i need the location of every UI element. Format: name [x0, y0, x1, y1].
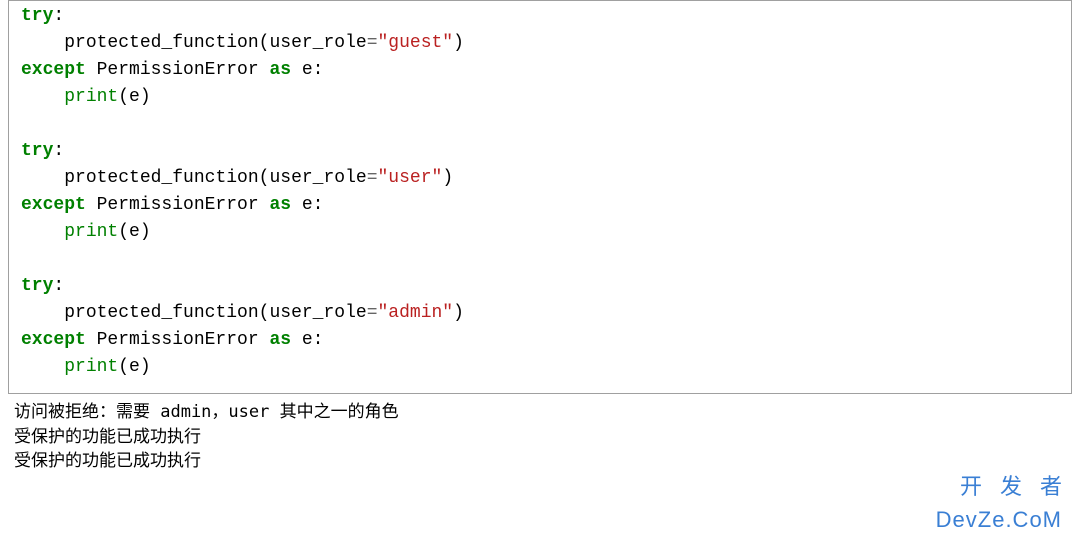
function-call: protected_function [64, 33, 258, 53]
keyword-as: as [269, 60, 291, 80]
function-call: protected_function [64, 303, 258, 323]
keyword-except: except [21, 195, 86, 215]
output-line: 受保护的功能已成功执行 [14, 449, 1066, 474]
code-line: print(e) [21, 87, 151, 107]
keyword-except: except [21, 60, 86, 80]
code-line: try: [21, 141, 64, 161]
output-line: 受保护的功能已成功执行 [14, 425, 1066, 450]
string-literal: "admin" [378, 303, 454, 323]
keyword-except: except [21, 330, 86, 350]
code-line: protected_function(user_role="admin") [21, 303, 464, 323]
function-call: protected_function [64, 168, 258, 188]
output-line: 访问被拒绝：需要 admin，user 其中之一的角色 [14, 400, 1066, 425]
keyword-try: try [21, 276, 53, 296]
watermark: 开发者 DevZe.CoM [936, 470, 1062, 536]
watermark-bottom: DevZe.CoM [936, 503, 1062, 536]
variable: e [291, 195, 313, 215]
code-line: except PermissionError as e: [21, 60, 323, 80]
code-line: protected_function(user_role="user") [21, 168, 453, 188]
exception-name: PermissionError [86, 60, 270, 80]
code-line: try: [21, 276, 64, 296]
exception-name: PermissionError [86, 330, 270, 350]
string-literal: "user" [378, 168, 443, 188]
code-block: try: protected_function(user_role="guest… [8, 0, 1072, 394]
code-line: print(e) [21, 222, 151, 242]
code-line: protected_function(user_role="guest") [21, 33, 464, 53]
output-block: 访问被拒绝：需要 admin，user 其中之一的角色 受保护的功能已成功执行 … [0, 400, 1080, 474]
arg-name: user_role [269, 303, 366, 323]
code-line: except PermissionError as e: [21, 330, 323, 350]
code-line: except PermissionError as e: [21, 195, 323, 215]
keyword-as: as [269, 330, 291, 350]
variable: e [291, 60, 313, 80]
code-line: print(e) [21, 357, 151, 377]
exception-name: PermissionError [86, 195, 270, 215]
keyword-as: as [269, 195, 291, 215]
print-call: print [64, 222, 118, 242]
print-call: print [64, 357, 118, 377]
variable: e [291, 330, 313, 350]
code-line: try: [21, 6, 64, 26]
arg-name: user_role [269, 168, 366, 188]
keyword-try: try [21, 141, 53, 161]
keyword-try: try [21, 6, 53, 26]
string-literal: "guest" [378, 33, 454, 53]
print-call: print [64, 87, 118, 107]
watermark-top: 开发者 [936, 470, 1080, 503]
arg-name: user_role [269, 33, 366, 53]
